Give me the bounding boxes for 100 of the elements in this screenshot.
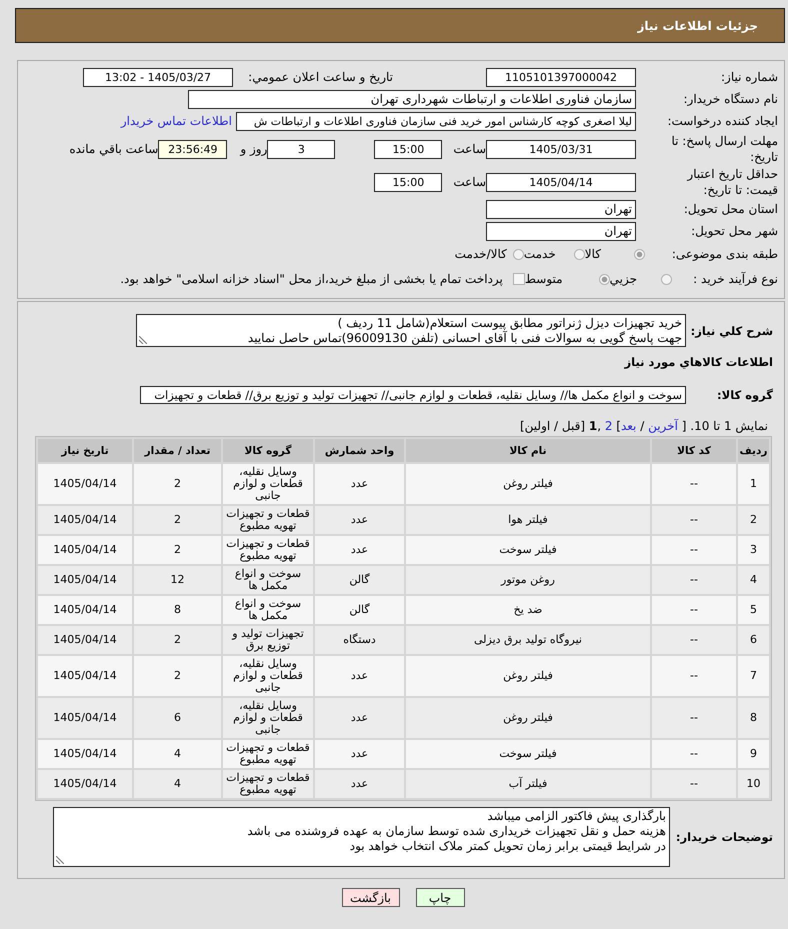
table-cell: عدد	[315, 698, 404, 738]
table-cell: سوخت و انواع مکمل ها	[223, 566, 313, 594]
table-cell: --	[652, 596, 736, 624]
radio-button[interactable]	[661, 274, 672, 284]
section-title: اطلاعات کالاهاي مورد نياز	[623, 354, 774, 371]
table-cell: 8	[738, 698, 769, 738]
table-cell: 7	[738, 656, 769, 696]
field-label: خدمت	[524, 247, 556, 261]
table-cell: 1405/04/14	[38, 740, 132, 768]
announcement-date-field[interactable]: 1405/03/27 - 13:02	[83, 68, 233, 86]
field-label: استان محل تحویل:	[682, 201, 778, 217]
table-cell: 10	[738, 770, 769, 798]
table-cell: 8	[134, 596, 221, 624]
table-cell: 4	[738, 566, 769, 594]
field-label: کالا/خدمت	[454, 247, 507, 261]
table-cell: 1405/04/14	[38, 566, 132, 594]
table-cell: فیلتر سوخت	[406, 536, 650, 564]
radio-button[interactable]	[574, 248, 585, 260]
field-label: روز و	[240, 142, 268, 156]
table-cell: وسایل نقلیه، قطعات و لوازم جانبی	[223, 698, 313, 738]
requester-field[interactable]: ليلا اصغری کوچه کارشناس امور خرید فنی سازمان فناوری اطلاعات و ارتباطات ش	[236, 112, 636, 130]
table-cell: --	[652, 740, 736, 768]
table-cell: 2	[738, 506, 769, 534]
table-cell: 2	[134, 506, 221, 534]
table-cell: عدد	[315, 536, 404, 564]
print-button[interactable]: چاپ	[416, 888, 464, 907]
province-field[interactable]: تهران	[486, 200, 636, 218]
table-cell: فیلتر آب	[406, 770, 650, 798]
pagination-link[interactable]: آخرین	[648, 419, 678, 433]
table-cell: 1405/04/14	[38, 596, 132, 624]
checkbox[interactable]	[512, 273, 525, 285]
buyer-contact-link[interactable]: اطلاعات تماس خريدار	[120, 114, 232, 128]
table-cell: فیلتر روغن	[406, 698, 650, 738]
table-cell: گالن	[315, 596, 404, 624]
table-cell: 2	[134, 464, 221, 504]
radio-button[interactable]	[512, 248, 524, 260]
table-cell: فیلتر روغن	[406, 464, 650, 504]
table-cell: --	[652, 656, 736, 696]
buyer-notes-textarea[interactable]: بارگذاری پیش فاکتور الزامی میباشد هزینه حمل و نقل تجهیزات خریداری شده توسط سازمان به عهده فروشنده می باشد در شرایط قیمتی برابر زمان تحویل کمتر ملاک انتخاب خواهد بود	[53, 807, 670, 867]
remaining-time-field[interactable]: 23:56:49	[158, 140, 228, 158]
table-cell: 6	[738, 626, 769, 654]
validity-time-field[interactable]: 15:00	[374, 172, 442, 192]
table-cell: گالن	[315, 566, 404, 594]
radio-button[interactable]	[598, 274, 610, 284]
pagination-link[interactable]: بعد	[620, 419, 636, 433]
field-label: نوع فرآیند خرید :	[692, 271, 778, 287]
table-cell: وسایل نقلیه، قطعات و لوازم جانبی	[223, 656, 313, 696]
field-label: گروه کالا:	[716, 387, 774, 403]
field-label: ساعت	[453, 142, 486, 156]
deadline-date-field[interactable]: 1405/03/31	[486, 140, 636, 158]
table-cell: ضد یخ	[406, 596, 650, 624]
resize-grip-icon[interactable]	[56, 856, 64, 864]
column-header: تاریخ نیاز	[38, 439, 132, 462]
description-textarea[interactable]: خرید تجهیزات دیزل ژنراتور مطابق پیوست استعلام(شامل 11 ردیف ) جهت پاسخ گویی به سوالات فنی با آقای احسانی (تلفن 96009130)تماس حاصل نمایید	[136, 314, 686, 347]
field-label: ساعت	[453, 175, 486, 189]
buyer-organization-field[interactable]: سازمان فناوری اطلاعات و ارتباطات شهرداری تهران	[188, 90, 636, 108]
table-cell: --	[652, 698, 736, 738]
column-header: ردیف	[738, 439, 769, 462]
table-cell: 1405/04/14	[38, 770, 132, 798]
field-label: حداقل تاریخ اعتبار قیمت: تا تاریخ:	[686, 166, 778, 198]
table-cell: قطعات و تجهیزات تهویه مطبوع	[223, 506, 313, 534]
table-cell: --	[652, 536, 736, 564]
table-cell: قطعات و تجهیزات تهویه مطبوع	[223, 536, 313, 564]
pagination-link[interactable]: 2	[604, 419, 612, 433]
radio-button[interactable]	[634, 248, 645, 260]
table-cell: 1405/04/14	[38, 656, 132, 696]
table-cell: فیلتر سوخت	[406, 740, 650, 768]
table-cell: نیروگاه تولید برق دیزلی	[406, 626, 650, 654]
table-cell: عدد	[315, 656, 404, 696]
days-field[interactable]: 3	[267, 140, 336, 158]
table-cell: --	[652, 506, 736, 534]
column-header: نام کالا	[406, 439, 650, 462]
table-cell: 1405/04/14	[38, 626, 132, 654]
checkbox-label: پرداخت تمام یا بخشی از مبلغ خرید،از محل "اسناد خزانه اسلامی" خواهد بود.	[120, 272, 503, 286]
table-cell: 5	[738, 596, 769, 624]
need-number-field[interactable]: 1105101397000042	[486, 68, 636, 86]
table-cell: قطعات و تجهیزات تهویه مطبوع	[223, 740, 313, 768]
column-header: گروه کالا	[223, 439, 313, 462]
deadline-time-field[interactable]: 15:00	[374, 140, 442, 158]
table-cell: عدد	[315, 506, 404, 534]
column-header: تعداد / مقدار	[134, 439, 221, 462]
field-label: طبقه بندی موضوعی:	[670, 246, 778, 262]
table-cell: 2	[134, 656, 221, 696]
table-cell: عدد	[315, 464, 404, 504]
back-button[interactable]: بازگشت	[342, 888, 400, 907]
city-field[interactable]: تهران	[486, 222, 636, 240]
table-cell: 2	[134, 626, 221, 654]
validity-date-field[interactable]: 1405/04/14	[486, 172, 636, 192]
resize-grip-icon[interactable]	[139, 336, 147, 344]
table-cell: 1405/04/14	[38, 536, 132, 564]
table-cell: 6	[134, 698, 221, 738]
field-label: جزيي	[610, 272, 637, 286]
field-label: شماره نیاز:	[720, 69, 778, 85]
table-cell: 1405/04/14	[38, 698, 132, 738]
field-label: شهر محل تحویل:	[690, 223, 778, 239]
goods-group-field[interactable]: سوخت و انواع مکمل ها// وسایل نقلیه، قطعات و لوازم جانبی// تجهیزات تولید و توزیع برق// قطعات و تجهیزات	[140, 386, 686, 404]
table-cell: 2	[134, 536, 221, 564]
table-cell: قطعات و تجهیزات تهویه مطبوع	[223, 770, 313, 798]
field-label: متوسط	[524, 272, 563, 286]
field-label: ساعت باقي مانده	[69, 142, 158, 156]
